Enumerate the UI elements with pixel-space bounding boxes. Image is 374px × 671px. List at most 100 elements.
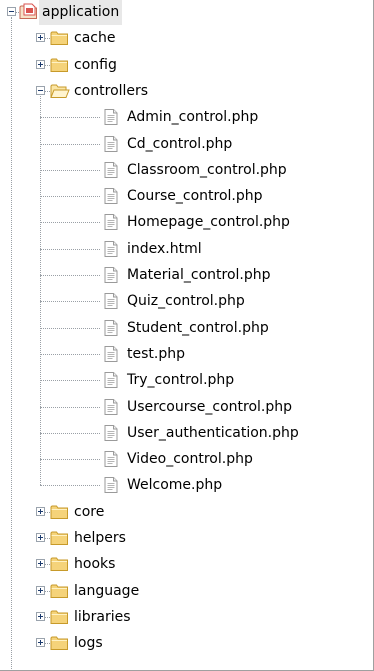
tree-connector-line bbox=[40, 459, 100, 461]
tree-item-logs[interactable]: logs bbox=[0, 630, 370, 656]
expander-plus-bar bbox=[40, 535, 41, 540]
expander-plus-bar bbox=[40, 61, 41, 67]
file-icon bbox=[101, 108, 121, 126]
file-icon bbox=[101, 398, 121, 416]
tree-item-application[interactable]: application bbox=[0, 0, 370, 25]
tree-item-logs-label: logs bbox=[74, 635, 103, 652]
tree-connector-line bbox=[40, 353, 100, 355]
tree-connector-line bbox=[45, 590, 50, 592]
folder-icon bbox=[50, 529, 70, 547]
tree-item-application-label: application bbox=[39, 0, 123, 25]
tree-item-controllers-label: controllers bbox=[74, 82, 149, 99]
tree-connector-line bbox=[40, 117, 100, 119]
tree-item-hooks-expander[interactable] bbox=[36, 559, 45, 569]
folder-icon bbox=[50, 56, 70, 74]
file-icon bbox=[101, 424, 121, 442]
file-icon bbox=[101, 292, 121, 310]
tree-item-file-label: User_authentication.php bbox=[127, 424, 299, 441]
tree-item-helpers[interactable]: helpers bbox=[0, 525, 370, 551]
file-icon bbox=[101, 135, 121, 153]
folder-icon bbox=[50, 555, 70, 573]
file-tree: application cache config controllers Admin_c… bbox=[0, 0, 374, 671]
folder-icon bbox=[50, 608, 70, 626]
tree-item-core-expander[interactable] bbox=[36, 506, 45, 516]
tree-item-helpers-expander[interactable] bbox=[36, 533, 45, 542]
tree-item-file-label: index.html bbox=[127, 240, 202, 257]
tree-connector-line bbox=[16, 12, 19, 13]
tree-item-file-label: Quiz_control.php bbox=[127, 293, 245, 310]
file-icon bbox=[101, 266, 121, 284]
tree-connector-line bbox=[40, 406, 100, 408]
tree-connector-line bbox=[40, 301, 100, 303]
folder-icon bbox=[50, 634, 70, 652]
expander-plus-bar bbox=[40, 508, 41, 514]
expander-plus-bar bbox=[40, 587, 41, 593]
tree-item-file-label: Course_control.php bbox=[127, 188, 263, 205]
tree-item-libraries-label: libraries bbox=[74, 608, 131, 625]
tree-connector-line bbox=[40, 248, 100, 250]
tree-item-cache[interactable]: cache bbox=[0, 25, 370, 51]
tree-connector-line bbox=[40, 222, 100, 224]
tree-connector-line bbox=[40, 275, 100, 276]
expander-plus-bar bbox=[40, 613, 41, 619]
tree-item-config-label: config bbox=[74, 56, 117, 73]
tree-item-application-expander[interactable] bbox=[7, 7, 16, 16]
tree-item-file-label: Usercourse_control.php bbox=[127, 398, 293, 415]
tree-item-config[interactable]: config bbox=[0, 52, 370, 78]
tree-item-helpers-label: helpers bbox=[74, 530, 126, 546]
tree-item-core[interactable]: core bbox=[0, 499, 370, 525]
file-icon bbox=[101, 213, 121, 231]
tree-item-language-label: language bbox=[74, 582, 140, 599]
tree-item-file-label: Video_control.php bbox=[127, 451, 253, 468]
tree-connector-line bbox=[45, 538, 50, 539]
tree-item-file-label: Try_control.php bbox=[127, 372, 235, 389]
tree-item-controllers-expander[interactable] bbox=[36, 85, 45, 95]
tree-item-file-label: Homepage_control.php bbox=[127, 214, 290, 231]
tree-item-libraries[interactable]: libraries bbox=[0, 604, 370, 630]
tree-item-cache-label: cache bbox=[74, 30, 116, 47]
project-explorer-panel: application cache config controllers Admin_c… bbox=[0, 0, 374, 671]
tree-item-language[interactable]: language bbox=[0, 578, 370, 604]
tree-connector-line bbox=[40, 485, 100, 487]
tree-item-hooks[interactable]: hooks bbox=[0, 551, 370, 577]
tree-item-hooks-label: hooks bbox=[74, 556, 116, 573]
open-folder-icon bbox=[50, 82, 70, 100]
expander-minus-bar bbox=[38, 89, 43, 91]
tree-connector-line bbox=[40, 380, 100, 382]
tree-connector-line bbox=[45, 511, 50, 513]
tree-connector-line bbox=[40, 95, 41, 486]
tree-connector-line bbox=[45, 564, 50, 566]
tree-item-controllers[interactable]: controllers bbox=[0, 78, 370, 104]
tree-connector-line bbox=[45, 38, 50, 40]
tree-connector-line bbox=[40, 196, 100, 198]
tree-item-file-label: Admin_control.php bbox=[127, 109, 259, 126]
file-icon bbox=[101, 345, 121, 363]
tree-connector-line bbox=[40, 143, 100, 145]
tree-item-core-label: core bbox=[74, 503, 105, 520]
tree-item-file-label: Welcome.php bbox=[127, 477, 223, 494]
tree-item-libraries-expander[interactable] bbox=[36, 611, 45, 621]
tree-connector-line bbox=[40, 432, 100, 434]
tree-connector-line bbox=[40, 169, 100, 171]
tree-item-logs-expander[interactable] bbox=[36, 638, 45, 648]
folder-icon bbox=[50, 29, 70, 47]
file-icon bbox=[101, 476, 121, 494]
file-icon bbox=[101, 450, 121, 468]
tree-item-language-expander[interactable] bbox=[36, 585, 45, 595]
tree-connector-line bbox=[45, 643, 50, 645]
tree-connector-line bbox=[45, 90, 50, 92]
expander-minus-bar bbox=[9, 11, 14, 12]
file-icon bbox=[101, 319, 121, 337]
file-icon bbox=[101, 371, 121, 389]
tree-item-file-label: Classroom_control.php bbox=[127, 161, 287, 178]
file-icon bbox=[101, 161, 121, 179]
tree-connector-line bbox=[45, 616, 50, 618]
tree-connector-line bbox=[45, 64, 50, 66]
tree-connector-line bbox=[40, 327, 100, 329]
tree-connector-line bbox=[11, 17, 12, 671]
tree-item-file-label: Material_control.php bbox=[127, 267, 271, 283]
tree-item-cache-expander[interactable] bbox=[36, 33, 45, 43]
folder-icon bbox=[50, 503, 70, 521]
tree-item-config-expander[interactable] bbox=[36, 59, 45, 69]
project-folder-icon bbox=[19, 3, 39, 21]
